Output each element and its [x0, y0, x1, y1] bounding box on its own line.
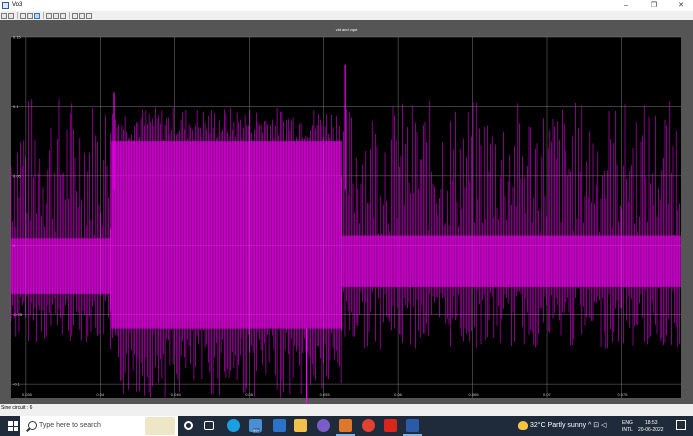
toolbar-separator [69, 12, 70, 19]
minimize-button[interactable]: – [614, 0, 638, 11]
cortana-icon[interactable] [184, 421, 193, 430]
status-text: Sine circuit : 6 [1, 405, 33, 411]
x-tick-label: 0.07 [543, 392, 552, 397]
scope-chart[interactable]: 0.150.10.050-0.05-0.10.0350.040.0450.050… [0, 20, 693, 404]
x-tick-label: 0.06 [394, 392, 403, 397]
scope-window: Vo3 – ❐ ✕ 0.150.10.050-0.05-0.10.0350.04… [0, 0, 693, 436]
toolbar-separator [17, 12, 18, 19]
windows-start-icon[interactable] [8, 421, 18, 431]
window-title: Vo3 [12, 2, 23, 8]
x-tick-label: 0.065 [469, 392, 480, 397]
task-view-icon[interactable] [204, 421, 214, 430]
store-icon[interactable] [273, 419, 286, 432]
search-placeholder: Type here to search [39, 422, 101, 429]
zoom-x-icon[interactable] [27, 12, 33, 19]
chrome-icon[interactable] [362, 419, 375, 432]
maximize-button[interactable]: ❐ [642, 0, 666, 11]
parameters-icon[interactable] [8, 12, 14, 19]
clock-time[interactable]: 18:53 [645, 420, 658, 426]
zoom-y-icon[interactable] [34, 12, 40, 19]
autoscale-icon[interactable] [46, 12, 52, 19]
x-tick-label: 0.04 [96, 392, 105, 397]
word-icon[interactable] [406, 419, 419, 432]
y-tick-label: -0.1 [13, 382, 21, 387]
app-icon[interactable] [317, 419, 330, 432]
notification-icon[interactable] [676, 420, 686, 430]
edge-browser-icon[interactable] [227, 419, 240, 432]
close-button[interactable]: ✕ [669, 0, 693, 11]
file-explorer-icon[interactable] [294, 419, 307, 432]
clock-date[interactable]: 20-06-2022 [638, 427, 664, 433]
scope-app-icon [2, 2, 9, 9]
floating-scope-icon[interactable] [72, 12, 78, 19]
status-bar [0, 404, 693, 416]
x-tick-label: 0.055 [320, 392, 331, 397]
x-tick-label: 0.035 [22, 392, 33, 397]
y-tick-label: 0.1 [13, 104, 19, 109]
x-tick-label: 0.05 [245, 392, 254, 397]
mail-badge: 99+ [253, 428, 260, 433]
title-bar: Vo3 [0, 0, 693, 11]
tray-icons[interactable]: ^ ⊡ ◁ [588, 421, 606, 429]
signal-selection-icon[interactable] [86, 12, 92, 19]
scope-toolbar [0, 11, 693, 20]
search-icon [28, 421, 37, 430]
toolbar-separator [43, 12, 44, 19]
x-tick-label: 0.045 [171, 392, 182, 397]
search-highlight-image [145, 417, 175, 435]
language-indicator[interactable]: ENG [622, 420, 633, 426]
zoom-in-icon[interactable] [20, 12, 26, 19]
print-icon[interactable] [1, 12, 7, 19]
save-axes-icon[interactable] [53, 12, 59, 19]
signal-band [110, 141, 342, 329]
y-tick-label: 0.15 [13, 35, 22, 40]
restore-axes-icon[interactable] [60, 12, 66, 19]
acrobat-icon[interactable] [384, 419, 397, 432]
weather-text[interactable]: 32°C Partly sunny [530, 422, 586, 429]
plot-title: vid and vqut [335, 27, 358, 32]
lock-axes-icon[interactable] [79, 12, 85, 19]
keyboard-layout[interactable]: INTL [622, 427, 633, 433]
x-tick-label: 0.075 [617, 392, 628, 397]
matlab-icon[interactable] [339, 419, 352, 432]
weather-icon[interactable] [518, 421, 528, 430]
